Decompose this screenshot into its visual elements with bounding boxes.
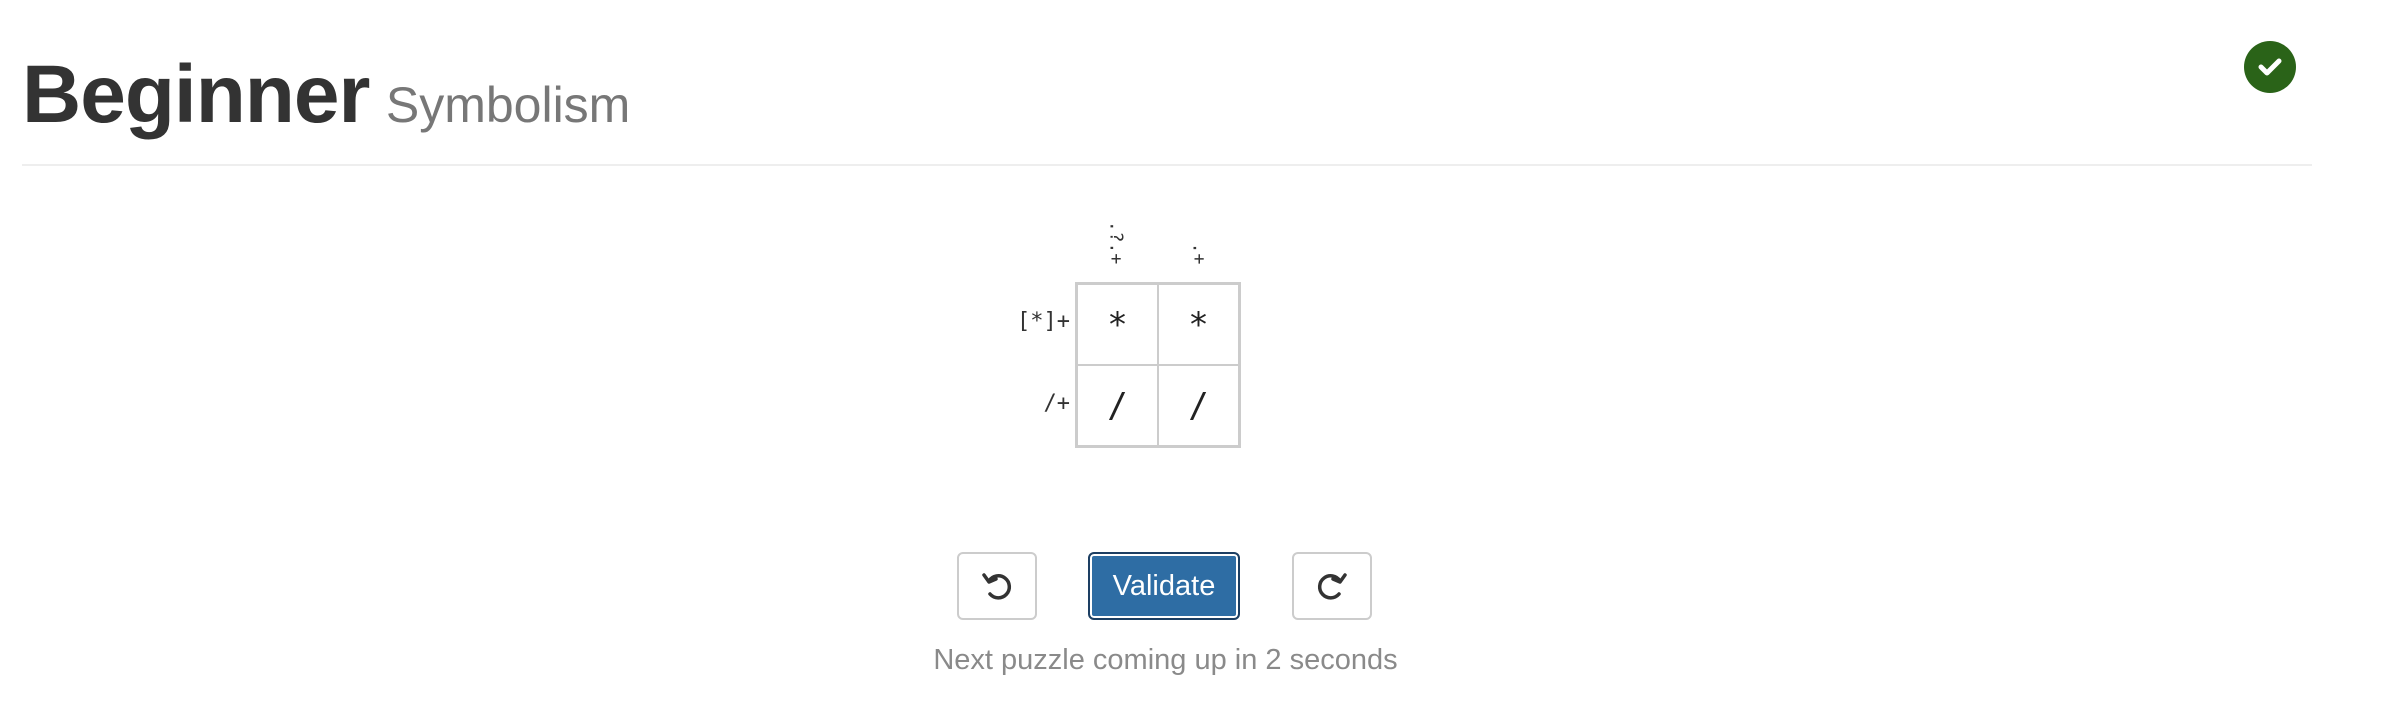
check-circle-icon: [2244, 41, 2296, 93]
grid-cell-r2-c1[interactable]: /: [1077, 365, 1158, 446]
checkmark-icon: [2258, 58, 2282, 76]
puzzle-board: .?.+ .+ [*]+ /+ * * / /: [990, 210, 1290, 460]
column-clue-1: .?.+: [1105, 220, 1127, 265]
undo-button[interactable]: [957, 552, 1037, 620]
header: Beginner Symbolism: [22, 40, 2312, 166]
grid-cell-r2-c2[interactable]: /: [1158, 365, 1239, 446]
redo-icon: [1317, 573, 1347, 600]
level-title: Beginner: [22, 49, 370, 140]
column-clue-2: .+: [1188, 242, 1210, 265]
puzzle-grid: * * / /: [1075, 282, 1241, 448]
grid-cell-r1-c1[interactable]: *: [1077, 284, 1158, 365]
next-puzzle-message: Next puzzle coming up in 2 seconds: [933, 644, 1398, 676]
page: Beginner Symbolism .?.+ .+ [*]+ /+ * * /…: [0, 0, 2392, 706]
puzzle-controls: Validate: [957, 552, 1377, 622]
puzzle-subtitle: Symbolism: [385, 77, 631, 133]
row-clue-1: [*]+: [1017, 309, 1070, 334]
validate-button[interactable]: Validate: [1088, 552, 1240, 620]
row-clue-2: /+: [1043, 391, 1071, 416]
grid-cell-r1-c2[interactable]: *: [1158, 284, 1239, 365]
page-title: Beginner Symbolism: [22, 48, 630, 142]
undo-icon: [982, 573, 1012, 600]
redo-button[interactable]: [1292, 552, 1372, 620]
